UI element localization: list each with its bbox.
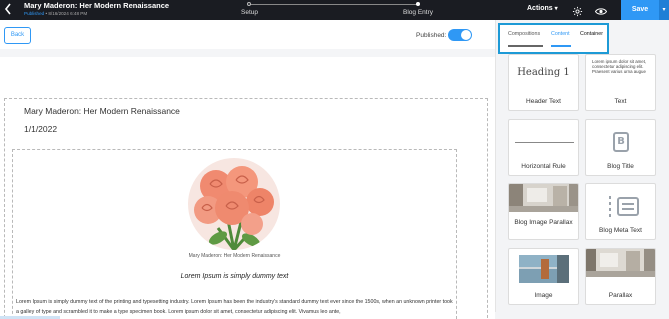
published-label: Published: xyxy=(416,32,447,39)
panel-bottom-edge xyxy=(495,312,669,319)
card-label: Text xyxy=(614,98,627,105)
card-label: Image xyxy=(534,292,553,299)
component-card-horizontal-rule[interactable]: Horizontal Rule xyxy=(508,119,579,176)
panel-tabs xyxy=(498,23,609,54)
tab-compositions[interactable]: Compositions xyxy=(508,31,540,37)
step-label-setup[interactable]: Setup xyxy=(241,9,258,16)
chevron-down-icon: ▾ xyxy=(662,7,666,13)
status-badge: Published xyxy=(24,11,45,16)
gear-icon[interactable] xyxy=(572,4,583,17)
step-label-blog-entry[interactable]: Blog Entry xyxy=(403,9,433,16)
component-card-text[interactable]: Lorem ipsum dolor sit amet, consectetur … xyxy=(585,54,656,111)
tab-underline-content xyxy=(551,45,571,47)
post-subheading[interactable]: Lorem Ipsum is simply dummy text xyxy=(12,273,457,280)
save-dropdown-button[interactable]: ▾ xyxy=(659,0,669,20)
card-label: Blog Meta Text xyxy=(599,227,642,234)
post-body-text[interactable]: Lorem Ipsum is simply dummy text of the … xyxy=(16,297,456,317)
parallax-photo xyxy=(509,184,578,212)
actions-menu[interactable]: Actions ▾ xyxy=(527,5,558,12)
top-bar: Mary Maderon: Her Modern Renaissance Pub… xyxy=(0,0,669,20)
card-label: Header Text xyxy=(526,98,561,105)
chevron-down-icon: ▾ xyxy=(554,6,558,12)
image-thumbnail xyxy=(519,255,569,283)
document-title: Mary Maderon: Her Modern Renaissance xyxy=(24,1,170,10)
back-button[interactable]: Back xyxy=(4,27,31,44)
post-title[interactable]: Mary Maderon: Her Modern Renaissance xyxy=(24,106,180,116)
eye-icon[interactable] xyxy=(594,4,608,15)
component-card-parallax[interactable]: Parallax xyxy=(585,248,656,305)
image-caption: Mary Maderon: Her Modern Renaissance xyxy=(188,253,281,259)
published-toggle[interactable] xyxy=(448,29,472,41)
parallax-photo xyxy=(586,249,655,277)
rule-preview xyxy=(515,142,574,143)
step-dot-blog-entry[interactable] xyxy=(416,2,420,6)
toggle-knob xyxy=(461,30,471,40)
component-card-blog-meta-text[interactable]: Blog Meta Text xyxy=(585,183,656,240)
chevron-left-icon[interactable] xyxy=(4,3,16,17)
tab-content[interactable]: Content xyxy=(551,31,570,37)
document-status: Published • 8/16/2024 6:48 PM xyxy=(24,11,88,16)
post-date[interactable]: 1/1/2022 xyxy=(24,124,57,134)
heading-preview: Heading 1 xyxy=(517,67,570,78)
save-button[interactable]: Save xyxy=(621,0,659,20)
actions-label: Actions xyxy=(527,5,553,12)
card-label: Blog Title xyxy=(607,163,634,170)
component-card-blog-image-parallax[interactable]: Blog Image Parallax xyxy=(508,183,579,240)
step-dot-setup[interactable] xyxy=(247,2,251,6)
text-preview: Lorem ipsum dolor sit amet, consectetur … xyxy=(592,59,647,75)
card-label: Horizontal Rule xyxy=(521,163,566,170)
card-label: Parallax xyxy=(608,292,633,299)
meta-text-icon xyxy=(609,196,639,217)
card-label: Blog Image Parallax xyxy=(514,219,573,226)
toolbar-divider xyxy=(0,49,495,57)
hero-image-roses[interactable] xyxy=(188,158,280,250)
stepper-track xyxy=(249,4,419,5)
document-date: 8/16/2024 6:48 PM xyxy=(48,11,88,16)
tab-container[interactable]: Container xyxy=(580,31,603,37)
blog-title-icon: B xyxy=(613,132,629,152)
tab-underline-compositions xyxy=(508,45,543,47)
component-card-header-text[interactable]: Heading 1 Header Text xyxy=(508,54,579,111)
component-card-blog-title[interactable]: B Blog Title xyxy=(585,119,656,176)
component-card-image[interactable]: Image xyxy=(508,248,579,305)
